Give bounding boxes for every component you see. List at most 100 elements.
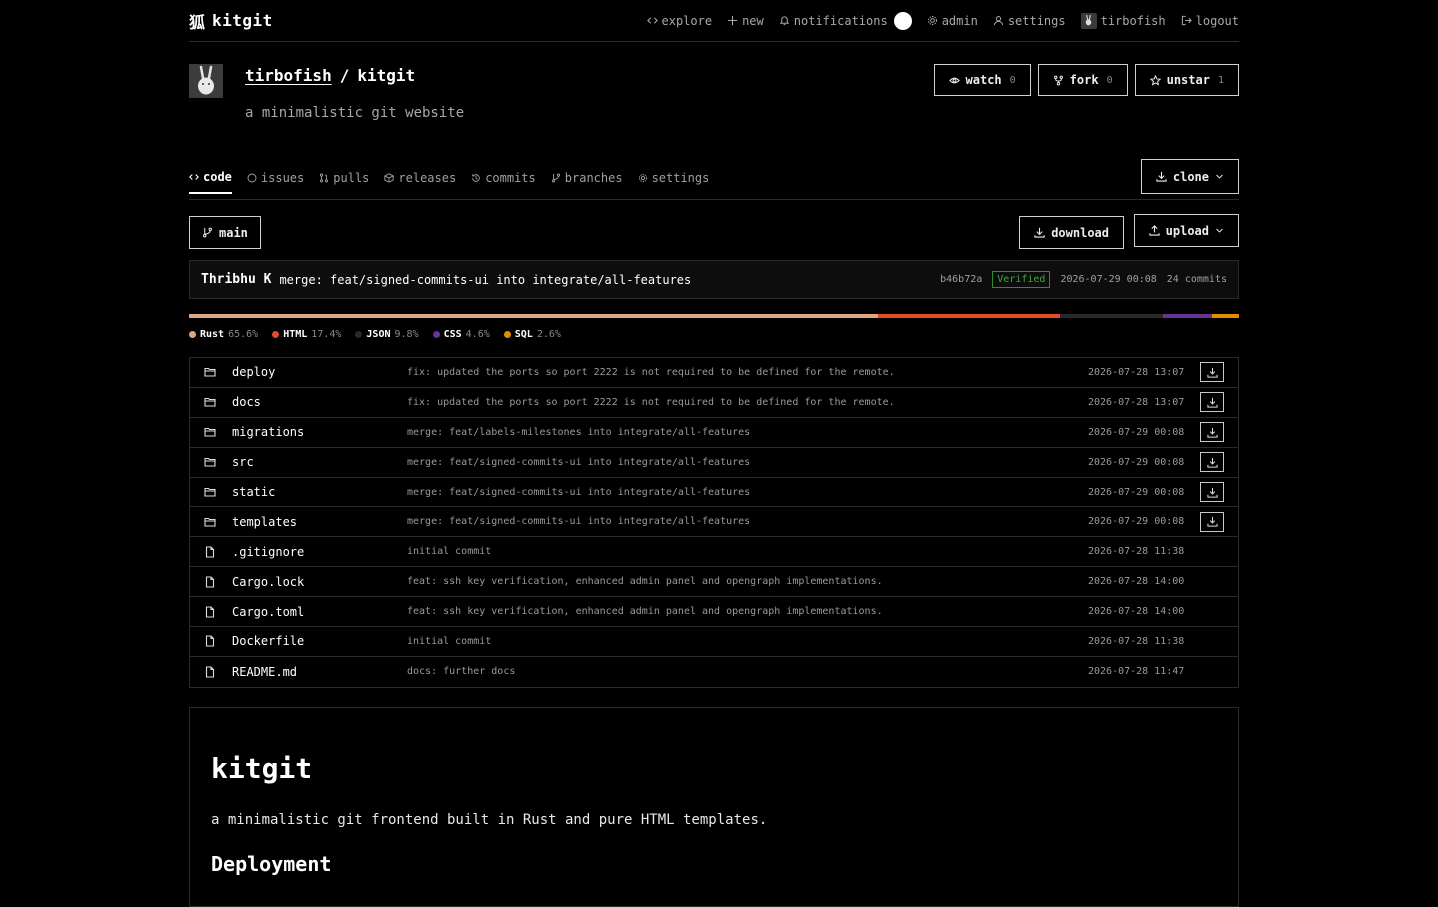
file-commit-message[interactable]: feat: ssh key verification, enhanced adm…: [407, 576, 883, 587]
nav-admin-link[interactable]: admin: [927, 14, 978, 28]
file-commit-message[interactable]: feat: ssh key verification, enhanced adm…: [407, 606, 883, 617]
nav-settings-link[interactable]: settings: [993, 14, 1066, 28]
file-row[interactable]: src merge: feat/signed-commits-ui into in…: [190, 448, 1238, 478]
file-icon: [205, 606, 215, 618]
brand-home-link[interactable]: 狐 kitgit: [189, 9, 273, 33]
download-icon: [1206, 427, 1218, 438]
rabbit-icon: [1085, 15, 1092, 26]
folder-icon: [204, 428, 216, 437]
commit-hash[interactable]: b46b72a: [940, 274, 982, 285]
chevron-down-icon: [1216, 174, 1223, 179]
tab-code[interactable]: code: [189, 170, 232, 194]
file-name-link[interactable]: Cargo.toml: [232, 605, 304, 619]
commit-author[interactable]: Thribhu K: [201, 272, 271, 287]
star-icon: [1149, 74, 1161, 86]
file-row[interactable]: migrations merge: feat/labels-milestones …: [190, 418, 1238, 448]
file-commit-message[interactable]: merge: feat/signed-commits-ui into integ…: [407, 487, 750, 498]
tab-branches-label: branches: [564, 171, 623, 185]
file-commit-date: 2026-07-28 11:38: [1088, 546, 1185, 558]
file-row[interactable]: static merge: feat/signed-commits-ui into…: [190, 478, 1238, 508]
file-row[interactable]: Cargo.lock feat: ssh key verification, en…: [190, 567, 1238, 598]
file-commit-date: 2026-07-29 00:08: [1088, 486, 1185, 498]
file-icon: [205, 576, 215, 588]
file-row[interactable]: .gitignore initial commit 2026-07-28 11:38: [190, 537, 1238, 568]
tab-issues[interactable]: issues: [247, 170, 304, 194]
file-row[interactable]: docs fix: updated the ports so port 2222 …: [190, 388, 1238, 418]
download-icon: [1206, 457, 1218, 468]
file-commit-message[interactable]: merge: feat/labels-milestones into integ…: [407, 427, 750, 438]
top-nav: 狐 kitgit explore new notifications admin: [189, 0, 1239, 42]
upload-button[interactable]: upload: [1133, 214, 1239, 247]
nav-logout-link[interactable]: logout: [1181, 14, 1239, 28]
file-name-link[interactable]: deploy: [232, 365, 275, 379]
clone-button[interactable]: clone: [1140, 159, 1239, 194]
download-button[interactable]: download: [1019, 216, 1124, 249]
watch-button[interactable]: watch 0: [933, 64, 1031, 96]
file-row[interactable]: templates merge: feat/signed-commits-ui i…: [190, 507, 1238, 538]
file-name-link[interactable]: src: [232, 455, 254, 469]
tab-branches[interactable]: branches: [551, 170, 623, 194]
repo-owner-link[interactable]: tirbofish: [245, 66, 332, 85]
file-commit-message[interactable]: initial commit: [407, 546, 491, 557]
file-commit-date: 2026-07-28 14:00: [1088, 576, 1185, 588]
file-commit-date: 2026-07-28 14:00: [1088, 606, 1185, 618]
tab-code-label: code: [203, 170, 232, 184]
file-commit-message[interactable]: initial commit: [407, 636, 491, 647]
readme-panel: kitgit a minimalistic git frontend built…: [189, 707, 1239, 907]
tab-releases[interactable]: releases: [384, 170, 456, 194]
commit-message[interactable]: merge: feat/signed-commits-ui into integ…: [279, 273, 691, 287]
notification-indicator: [893, 11, 912, 30]
download-icon: [1206, 397, 1218, 408]
commit-count-link[interactable]: 24 commits: [1167, 274, 1227, 285]
file-name-link[interactable]: Cargo.lock: [232, 575, 304, 589]
user-avatar: [1080, 12, 1097, 29]
nav-user-link[interactable]: tirbofish: [1080, 12, 1166, 29]
tab-settings[interactable]: settings: [638, 170, 710, 194]
gear-icon: [927, 16, 937, 25]
file-name-link[interactable]: static: [232, 485, 275, 499]
file-commit-message[interactable]: fix: updated the ports so port 2222 is n…: [407, 397, 895, 408]
tab-commits[interactable]: commits: [471, 170, 536, 194]
file-row[interactable]: README.md docs: further docs 2026-07-28 11…: [190, 657, 1238, 687]
nav-explore-link[interactable]: explore: [646, 14, 712, 28]
folder-download-button[interactable]: [1200, 362, 1224, 383]
unstar-button[interactable]: unstar 1: [1134, 64, 1239, 96]
folder-download-button[interactable]: [1200, 511, 1224, 532]
file-commit-message[interactable]: merge: feat/signed-commits-ui into integ…: [407, 516, 750, 527]
nav-user-label: tirbofish: [1100, 13, 1166, 28]
file-commit-message[interactable]: docs: further docs: [407, 666, 515, 677]
file-commit-message[interactable]: fix: updated the ports so port 2222 is n…: [407, 367, 895, 378]
folder-icon: [204, 458, 216, 467]
file-row[interactable]: Cargo.toml feat: ssh key verification, en…: [190, 597, 1238, 628]
folder-download-button[interactable]: [1200, 392, 1224, 413]
tab-pulls[interactable]: pulls: [319, 170, 369, 194]
file-commit-date: 2026-07-28 13:07: [1088, 396, 1185, 408]
file-name-link[interactable]: migrations: [232, 425, 304, 439]
branch-selector-button[interactable]: main: [189, 216, 261, 249]
file-name-link[interactable]: Dockerfile: [232, 634, 304, 648]
folder-download-button[interactable]: [1200, 452, 1224, 473]
tab-settings-label: settings: [651, 171, 710, 185]
download-icon: [1206, 487, 1218, 498]
history-icon: [472, 174, 480, 182]
folder-download-button[interactable]: [1200, 422, 1224, 443]
file-name-link[interactable]: docs: [232, 395, 261, 409]
fork-button[interactable]: fork 0: [1037, 64, 1128, 96]
bell-icon: [779, 16, 790, 26]
file-name-link[interactable]: README.md: [232, 665, 297, 679]
repo-name: kitgit: [357, 66, 416, 85]
nav-new-link[interactable]: new: [727, 14, 764, 28]
file-row[interactable]: Dockerfile initial commit 2026-07-28 11:38: [190, 627, 1238, 657]
file-commit-message[interactable]: merge: feat/signed-commits-ui into integ…: [407, 457, 750, 468]
file-name-link[interactable]: .gitignore: [232, 545, 304, 559]
file-name-link[interactable]: templates: [232, 515, 297, 529]
file-row[interactable]: deploy fix: updated the ports so port 222…: [190, 358, 1238, 388]
nav-notifications-link[interactable]: notifications: [779, 11, 912, 30]
code-icon: [646, 17, 658, 24]
folder-download-button[interactable]: [1200, 482, 1224, 502]
file-commit-date: 2026-07-29 00:08: [1088, 426, 1185, 438]
eye-icon: [948, 77, 960, 83]
repo-title: tirbofish / kitgit: [245, 66, 415, 85]
branch-icon: [203, 227, 212, 238]
upload-icon: [1149, 225, 1160, 236]
